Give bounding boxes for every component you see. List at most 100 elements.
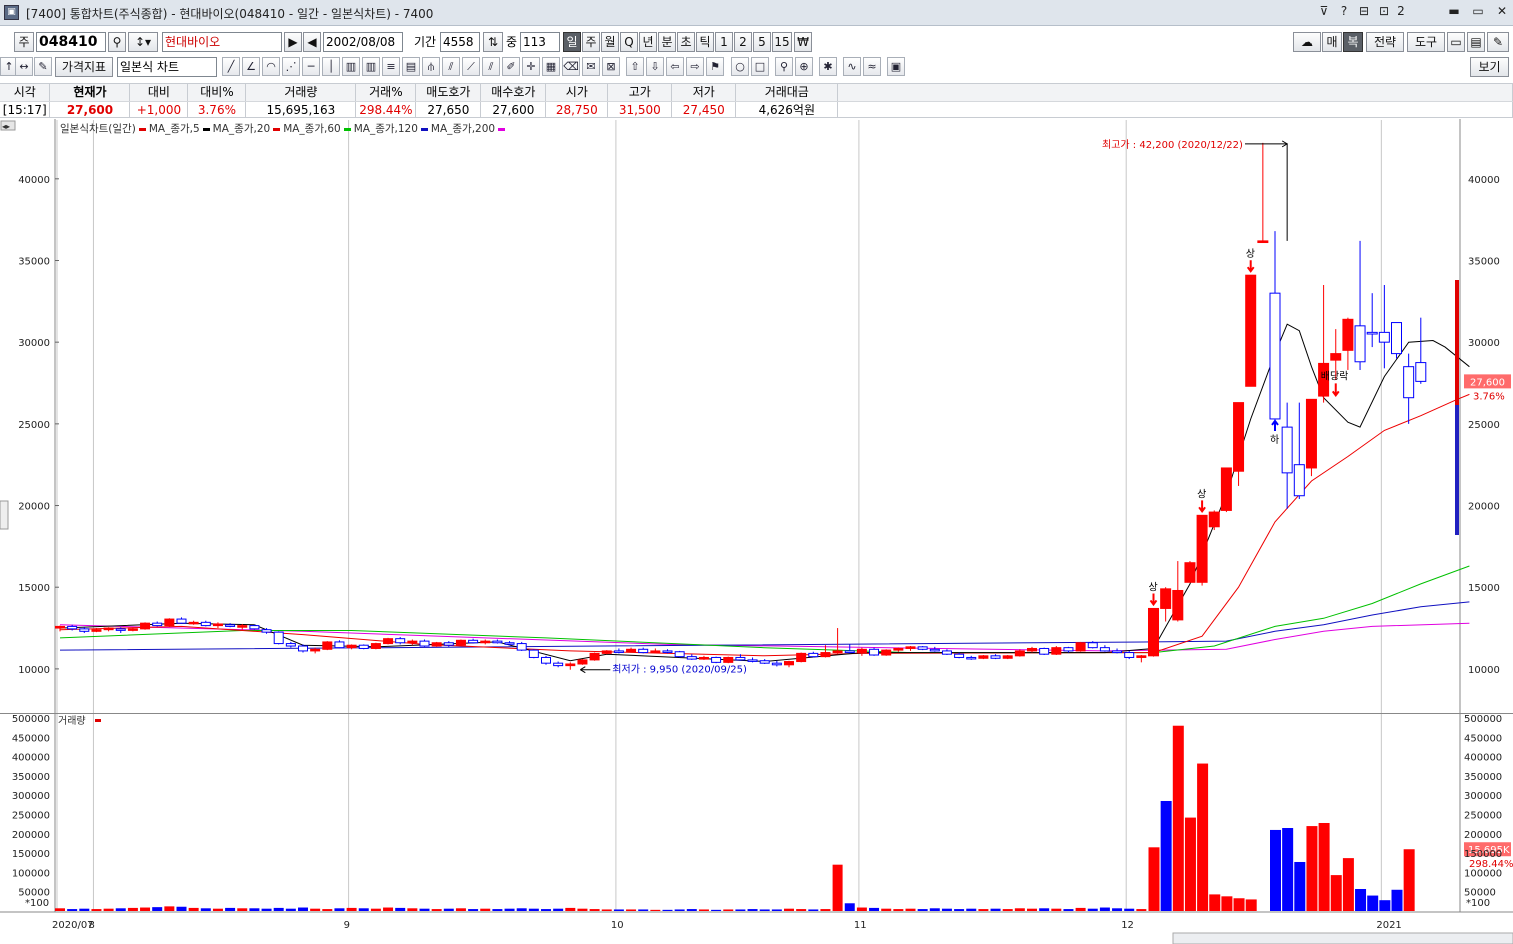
zoom-area-icon[interactable]: ⊕ xyxy=(795,57,813,76)
search-icon[interactable]: ⚲ xyxy=(108,32,126,52)
help-icon[interactable]: ? xyxy=(1336,4,1352,18)
close-icon[interactable]: ✕ xyxy=(1494,4,1510,18)
save-icon[interactable]: ▤ xyxy=(1467,32,1485,52)
tab-week[interactable]: 주 xyxy=(582,32,600,52)
angle-tool-icon[interactable]: ∠ xyxy=(242,57,260,76)
maximize-icon[interactable]: ▭ xyxy=(1470,4,1486,18)
candle-body-down xyxy=(990,655,1001,659)
dropdown-icon[interactable]: ⊽ xyxy=(1316,4,1332,18)
tab-year[interactable]: 년 xyxy=(639,32,657,52)
tab-15[interactable]: 15 xyxy=(772,32,792,52)
period-stepper[interactable]: ⇅ xyxy=(483,32,503,52)
down-arrow-icon[interactable]: ⇩ xyxy=(646,57,664,76)
screen-number-icon[interactable]: 2 xyxy=(1393,4,1409,18)
chart-area[interactable]: ◂▸ 최고가 : 42,200 (2020/12/22) 최저가 : 9,950 … xyxy=(0,119,1513,944)
tab-2[interactable]: 2 xyxy=(734,32,752,52)
tab-5[interactable]: 5 xyxy=(753,32,771,52)
wave2-icon[interactable]: ≈ xyxy=(863,57,881,76)
tab-tick[interactable]: 틱 xyxy=(696,32,714,52)
period-input[interactable]: 4558 xyxy=(440,32,480,52)
gann-tool-icon[interactable]: ▤ xyxy=(402,57,420,76)
arrow-both-icon[interactable]: ↔ xyxy=(15,57,33,76)
market-select-button[interactable]: 주 xyxy=(14,32,34,52)
cycle-tool-icon[interactable]: ▥ xyxy=(362,57,380,76)
square-icon[interactable]: □ xyxy=(751,57,769,76)
fork-tool-icon[interactable]: ⫛ xyxy=(422,57,440,76)
volume-tick-right: 250000 xyxy=(1464,811,1502,822)
volume-tick-right: 300000 xyxy=(1464,791,1502,802)
cloud-icon[interactable]: ☁ xyxy=(1293,32,1321,52)
left-arrow-icon[interactable]: ⇦ xyxy=(666,57,684,76)
color-icon[interactable]: ▦ xyxy=(542,57,560,76)
last-price-label: 27,600 xyxy=(1470,377,1505,388)
link-icon[interactable]: ⊡ xyxy=(1376,4,1392,18)
eraser-icon[interactable]: ⌫ xyxy=(562,57,580,76)
wrench-icon[interactable]: ✎ xyxy=(1487,32,1509,52)
chart-type-select[interactable]: 일본식 차트 xyxy=(117,57,217,77)
view-button[interactable]: 보기 xyxy=(1470,57,1509,77)
volume-bar xyxy=(443,908,454,911)
trend-tool-icon[interactable]: ⟋ xyxy=(462,57,480,76)
right-arrow-icon[interactable]: ⇨ xyxy=(686,57,704,76)
tab-day[interactable]: 일 xyxy=(563,32,581,52)
pencil-icon[interactable]: ✐ xyxy=(502,57,520,76)
volume-bar xyxy=(723,909,734,911)
delete-icon[interactable]: ⊠ xyxy=(602,57,620,76)
cross-icon[interactable]: ✛ xyxy=(522,57,540,76)
hline-tool-icon[interactable]: ─ xyxy=(302,57,320,76)
volume-bar xyxy=(1209,894,1221,911)
zoom-icon[interactable]: ⚲ xyxy=(775,57,793,76)
sub-input[interactable]: 113 xyxy=(520,32,560,52)
memo-icon[interactable]: ✉ xyxy=(582,57,600,76)
strategy-button[interactable]: 전략 xyxy=(1366,32,1404,52)
code-input[interactable]: 048410 xyxy=(36,32,106,52)
arc-tool-icon[interactable]: ◠ xyxy=(262,57,280,76)
layout-icon[interactable]: ⊟ xyxy=(1356,4,1372,18)
fibo-tool-icon[interactable]: ≡ xyxy=(382,57,400,76)
volume-tick-right: 350000 xyxy=(1464,772,1502,783)
flag-icon[interactable]: ⚑ xyxy=(706,57,724,76)
tab-month[interactable]: 월 xyxy=(601,32,619,52)
date-input[interactable]: 2002/08/08 xyxy=(323,32,403,52)
candle-body-up xyxy=(1172,589,1184,621)
circle-icon[interactable]: ○ xyxy=(731,57,749,76)
sort-icon[interactable]: ↕▾ xyxy=(128,32,158,52)
volume-bar xyxy=(370,908,381,911)
settings-icon[interactable]: ▣ xyxy=(887,57,905,76)
candle-body-up xyxy=(1002,655,1013,659)
candle-body-down xyxy=(79,628,90,632)
fan-tool-icon[interactable]: ⋰ xyxy=(282,57,300,76)
legend-ma200: MA_종가,200 xyxy=(430,123,496,135)
tab-second[interactable]: 초 xyxy=(677,32,695,52)
edit-icon[interactable]: ✎ xyxy=(34,57,52,76)
candle-body-down xyxy=(285,643,296,647)
buy-sell-button[interactable]: 매 xyxy=(1322,32,1342,52)
minimize-icon[interactable]: ▬ xyxy=(1446,4,1462,18)
tab-minute[interactable]: 분 xyxy=(658,32,676,52)
tab-quarter[interactable]: Q xyxy=(620,32,638,52)
tab-1[interactable]: 1 xyxy=(715,32,733,52)
channel-tool-icon[interactable]: ⫽ xyxy=(442,57,460,76)
vline-tool-icon[interactable]: │ xyxy=(322,57,340,76)
volume-bar xyxy=(796,909,807,911)
play-icon[interactable]: ▶ xyxy=(284,32,302,52)
name-input[interactable]: 현대바이오 xyxy=(162,32,282,52)
volume-bar xyxy=(978,909,989,911)
high-label: 최고가 : 42,200 (2020/12/22) xyxy=(1102,139,1243,151)
pattern-icon[interactable]: ✱ xyxy=(819,57,837,76)
prev-icon[interactable]: ◀ xyxy=(303,32,321,52)
indicator-button[interactable]: 가격지표 xyxy=(55,57,113,77)
folder-icon[interactable]: ▭ xyxy=(1447,32,1465,52)
tab-won[interactable]: ₩ xyxy=(794,32,812,52)
compound-button[interactable]: 복 xyxy=(1343,32,1363,52)
candle-body-down xyxy=(176,618,187,624)
quote-header: 거래량 xyxy=(245,84,357,102)
up-arrow-icon[interactable]: ⇧ xyxy=(626,57,644,76)
line-tool-icon[interactable]: ╱ xyxy=(222,57,240,76)
wave-icon[interactable]: ∿ xyxy=(843,57,861,76)
grid-tool-icon[interactable]: ▥ xyxy=(342,57,360,76)
tools-button[interactable]: 도구 xyxy=(1407,32,1445,52)
parallel-tool-icon[interactable]: ⫽ xyxy=(482,57,500,76)
volume-bar xyxy=(1051,908,1062,911)
x-tick-label: 9 xyxy=(344,920,350,931)
